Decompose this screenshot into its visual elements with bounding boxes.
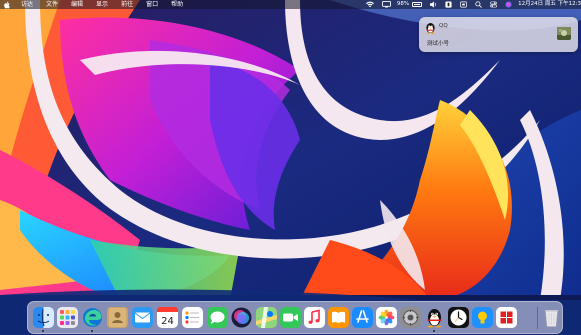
display-icon[interactable] bbox=[382, 1, 391, 8]
calendar-date: 24 bbox=[161, 316, 174, 327]
dock-app-clock[interactable] bbox=[448, 307, 469, 328]
mail-icon bbox=[132, 307, 153, 328]
siri-icon[interactable] bbox=[505, 1, 512, 8]
dock-app-mail[interactable] bbox=[132, 307, 153, 328]
menu-clock[interactable]: 12月24日 周五 下午12:3 bbox=[518, 0, 581, 9]
wifi-icon[interactable] bbox=[365, 1, 374, 8]
notification-banner[interactable]: QQ 测试小号 bbox=[419, 17, 578, 52]
finder-icon bbox=[33, 307, 54, 328]
dock-app-windows[interactable] bbox=[496, 307, 517, 328]
running-indicator bbox=[91, 330, 93, 332]
notification-app-name: QQ bbox=[439, 23, 448, 29]
menu-finder[interactable]: 访达 bbox=[21, 0, 33, 9]
dock-app-system-preferences[interactable] bbox=[400, 307, 421, 328]
menu-bar: 访达 文件 编辑 显示 前往 窗口 帮助 98% 12月24日 周五 下午12:… bbox=[0, 0, 581, 9]
dock-app-photos[interactable] bbox=[376, 307, 397, 328]
dock-app-launchpad[interactable] bbox=[57, 307, 78, 328]
dock-app-finder[interactable] bbox=[33, 307, 54, 332]
clock-icon bbox=[448, 307, 469, 328]
battery-percent: 98% bbox=[396, 1, 410, 7]
siri-icon bbox=[231, 307, 252, 328]
launchpad-icon bbox=[57, 307, 78, 328]
menu-edit[interactable]: 编辑 bbox=[71, 0, 83, 9]
edge-icon bbox=[83, 308, 102, 327]
running-indicator bbox=[42, 330, 44, 332]
menu-help[interactable]: 帮助 bbox=[171, 0, 183, 9]
trash-icon bbox=[545, 310, 558, 327]
volume-icon[interactable] bbox=[430, 1, 437, 8]
dock-separator bbox=[537, 307, 538, 329]
notification-avatar bbox=[557, 26, 571, 40]
app-store-icon bbox=[352, 307, 373, 328]
dock-app-siri[interactable] bbox=[231, 307, 252, 328]
books-icon bbox=[328, 307, 349, 328]
desktop: 访达 文件 编辑 显示 前往 窗口 帮助 98% 12月24日 周五 下午12:… bbox=[0, 0, 581, 335]
screen-record-icon[interactable] bbox=[460, 1, 468, 8]
running-indicator bbox=[433, 330, 435, 332]
maps-icon bbox=[256, 307, 277, 328]
apple-logo-icon[interactable] bbox=[4, 1, 10, 9]
menu-file[interactable]: 文件 bbox=[46, 0, 58, 9]
dock-app-messages[interactable] bbox=[207, 307, 228, 328]
windows-icon bbox=[496, 307, 517, 328]
battery-fill bbox=[414, 4, 421, 5]
music-icon bbox=[304, 307, 325, 328]
messages-icon bbox=[207, 307, 228, 328]
menu-go[interactable]: 前往 bbox=[121, 0, 133, 9]
dock-app-contacts[interactable] bbox=[107, 307, 128, 328]
contacts-icon bbox=[107, 307, 128, 328]
control-center-icon[interactable] bbox=[490, 1, 498, 8]
dock-app-music[interactable] bbox=[304, 307, 325, 328]
dock-app-reminders[interactable] bbox=[182, 307, 203, 328]
menu-view[interactable]: 显示 bbox=[96, 0, 108, 9]
search-icon[interactable] bbox=[475, 1, 483, 8]
dock-app-trash[interactable] bbox=[541, 307, 562, 328]
dock-app-qq[interactable] bbox=[424, 307, 445, 332]
dock-app-tips[interactable] bbox=[472, 307, 493, 328]
dock-app-calendar[interactable]: 24 bbox=[157, 307, 178, 328]
menu-window[interactable]: 窗口 bbox=[146, 0, 158, 9]
dock: 24 bbox=[27, 301, 563, 334]
calendar-icon: 24 bbox=[157, 307, 178, 328]
system-preferences-icon bbox=[400, 307, 421, 328]
dock-app-maps[interactable] bbox=[256, 307, 277, 328]
photos-icon bbox=[376, 307, 397, 328]
dock-app-app-store[interactable] bbox=[352, 307, 373, 328]
facetime-icon bbox=[280, 307, 301, 328]
notification-message: 测试小号 bbox=[427, 41, 450, 47]
dock-app-facetime[interactable] bbox=[280, 307, 301, 328]
dock-app-edge[interactable] bbox=[82, 307, 103, 332]
qq-icon bbox=[427, 309, 442, 328]
battery-icon[interactable] bbox=[412, 2, 423, 7]
dock-app-books[interactable] bbox=[328, 307, 349, 328]
qq-penguin-icon bbox=[426, 22, 435, 34]
reminders-icon bbox=[182, 307, 203, 328]
text-input-icon[interactable] bbox=[445, 1, 452, 8]
tips-icon bbox=[472, 307, 493, 328]
